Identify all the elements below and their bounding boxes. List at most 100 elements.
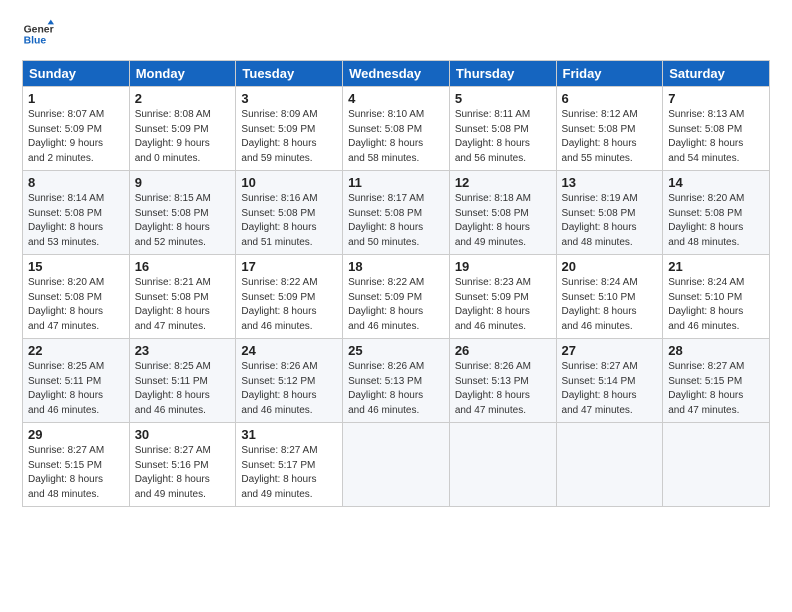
- day-header-monday: Monday: [129, 61, 236, 87]
- day-info: Sunrise: 8:07 AM Sunset: 5:09 PM Dayligh…: [28, 108, 124, 166]
- day-info: Sunrise: 8:27 AM Sunset: 5:14 PM Dayligh…: [562, 360, 658, 418]
- day-info: Sunrise: 8:18 AM Sunset: 5:08 PM Dayligh…: [455, 192, 551, 250]
- calendar-week-3: 15 Sunrise: 8:20 AM Sunset: 5:08 PM Dayli…: [23, 255, 770, 339]
- calendar-cell: 10Sunrise: 8:16 AM Sunset: 5:08 PM Dayli…: [236, 171, 343, 255]
- svg-text:General: General: [24, 24, 54, 35]
- calendar-cell: 28 Sunrise: 8:27 AM Sunset: 5:15 PM Dayli…: [663, 339, 770, 423]
- day-number: 1: [28, 91, 124, 106]
- day-number: 15: [28, 259, 124, 274]
- days-header-row: SundayMondayTuesdayWednesdayThursdayFrid…: [23, 61, 770, 87]
- calendar-cell: 31 Sunrise: 8:27 AM Sunset: 5:17 PM Dayli…: [236, 423, 343, 507]
- day-info: Sunrise: 8:15 AM Sunset: 5:08 PM Dayligh…: [135, 192, 231, 250]
- calendar-cell: [343, 423, 450, 507]
- calendar-week-2: 8Sunrise: 8:14 AM Sunset: 5:08 PM Daylig…: [23, 171, 770, 255]
- day-number: 8: [28, 175, 124, 190]
- day-number: 29: [28, 427, 124, 442]
- day-info: Sunrise: 8:17 AM Sunset: 5:08 PM Dayligh…: [348, 192, 444, 250]
- calendar-cell: 20 Sunrise: 8:24 AM Sunset: 5:10 PM Dayli…: [556, 255, 663, 339]
- day-number: 18: [348, 259, 444, 274]
- calendar-cell: 19 Sunrise: 8:23 AM Sunset: 5:09 PM Dayli…: [449, 255, 556, 339]
- day-info: Sunrise: 8:20 AM Sunset: 5:08 PM Dayligh…: [28, 276, 124, 334]
- day-number: 7: [668, 91, 764, 106]
- calendar-cell: [663, 423, 770, 507]
- calendar-cell: 21Sunrise: 8:24 AM Sunset: 5:10 PM Dayli…: [663, 255, 770, 339]
- day-header-tuesday: Tuesday: [236, 61, 343, 87]
- day-header-thursday: Thursday: [449, 61, 556, 87]
- calendar-cell: 24 Sunrise: 8:26 AM Sunset: 5:12 PM Dayli…: [236, 339, 343, 423]
- calendar-cell: 13 Sunrise: 8:19 AM Sunset: 5:08 PM Dayli…: [556, 171, 663, 255]
- calendar-cell: [449, 423, 556, 507]
- day-info: Sunrise: 8:27 AM Sunset: 5:16 PM Dayligh…: [135, 444, 231, 502]
- calendar-cell: 2 Sunrise: 8:08 AM Sunset: 5:09 PM Daylig…: [129, 87, 236, 171]
- page-container: General Blue SundayMondayTuesdayWednesda…: [0, 0, 792, 517]
- day-number: 30: [135, 427, 231, 442]
- day-header-sunday: Sunday: [23, 61, 130, 87]
- day-info: Sunrise: 8:23 AM Sunset: 5:09 PM Dayligh…: [455, 276, 551, 334]
- day-info: Sunrise: 8:08 AM Sunset: 5:09 PM Dayligh…: [135, 108, 231, 166]
- calendar-week-1: 1 Sunrise: 8:07 AM Sunset: 5:09 PM Daylig…: [23, 87, 770, 171]
- calendar-cell: 15 Sunrise: 8:20 AM Sunset: 5:08 PM Dayli…: [23, 255, 130, 339]
- day-number: 2: [135, 91, 231, 106]
- day-number: 19: [455, 259, 551, 274]
- day-number: 22: [28, 343, 124, 358]
- day-number: 23: [135, 343, 231, 358]
- calendar-cell: 4 Sunrise: 8:10 AM Sunset: 5:08 PM Daylig…: [343, 87, 450, 171]
- day-info: Sunrise: 8:22 AM Sunset: 5:09 PM Dayligh…: [241, 276, 337, 334]
- calendar-cell: 1 Sunrise: 8:07 AM Sunset: 5:09 PM Daylig…: [23, 87, 130, 171]
- logo-icon: General Blue: [22, 18, 54, 50]
- calendar-cell: 3 Sunrise: 8:09 AM Sunset: 5:09 PM Daylig…: [236, 87, 343, 171]
- day-info: Sunrise: 8:26 AM Sunset: 5:12 PM Dayligh…: [241, 360, 337, 418]
- day-number: 31: [241, 427, 337, 442]
- calendar-cell: 17Sunrise: 8:22 AM Sunset: 5:09 PM Dayli…: [236, 255, 343, 339]
- calendar-cell: 29 Sunrise: 8:27 AM Sunset: 5:15 PM Dayli…: [23, 423, 130, 507]
- day-info: Sunrise: 8:19 AM Sunset: 5:08 PM Dayligh…: [562, 192, 658, 250]
- day-number: 11: [348, 175, 444, 190]
- calendar-cell: 8Sunrise: 8:14 AM Sunset: 5:08 PM Daylig…: [23, 171, 130, 255]
- calendar-cell: 9 Sunrise: 8:15 AM Sunset: 5:08 PM Daylig…: [129, 171, 236, 255]
- calendar-cell: 5Sunrise: 8:11 AM Sunset: 5:08 PM Daylig…: [449, 87, 556, 171]
- day-number: 28: [668, 343, 764, 358]
- calendar-cell: 16 Sunrise: 8:21 AM Sunset: 5:08 PM Dayli…: [129, 255, 236, 339]
- day-info: Sunrise: 8:25 AM Sunset: 5:11 PM Dayligh…: [28, 360, 124, 418]
- day-header-saturday: Saturday: [663, 61, 770, 87]
- day-number: 25: [348, 343, 444, 358]
- day-info: Sunrise: 8:13 AM Sunset: 5:08 PM Dayligh…: [668, 108, 764, 166]
- day-header-friday: Friday: [556, 61, 663, 87]
- day-info: Sunrise: 8:09 AM Sunset: 5:09 PM Dayligh…: [241, 108, 337, 166]
- day-info: Sunrise: 8:27 AM Sunset: 5:15 PM Dayligh…: [668, 360, 764, 418]
- day-number: 3: [241, 91, 337, 106]
- day-number: 24: [241, 343, 337, 358]
- day-number: 9: [135, 175, 231, 190]
- day-info: Sunrise: 8:27 AM Sunset: 5:17 PM Dayligh…: [241, 444, 337, 502]
- calendar-cell: 23 Sunrise: 8:25 AM Sunset: 5:11 PM Dayli…: [129, 339, 236, 423]
- day-number: 10: [241, 175, 337, 190]
- day-info: Sunrise: 8:27 AM Sunset: 5:15 PM Dayligh…: [28, 444, 124, 502]
- day-header-wednesday: Wednesday: [343, 61, 450, 87]
- day-info: Sunrise: 8:22 AM Sunset: 5:09 PM Dayligh…: [348, 276, 444, 334]
- calendar-cell: 11 Sunrise: 8:17 AM Sunset: 5:08 PM Dayli…: [343, 171, 450, 255]
- calendar-body: 1 Sunrise: 8:07 AM Sunset: 5:09 PM Daylig…: [23, 87, 770, 507]
- day-number: 26: [455, 343, 551, 358]
- day-info: Sunrise: 8:24 AM Sunset: 5:10 PM Dayligh…: [668, 276, 764, 334]
- calendar-week-4: 22 Sunrise: 8:25 AM Sunset: 5:11 PM Dayli…: [23, 339, 770, 423]
- calendar-cell: 30 Sunrise: 8:27 AM Sunset: 5:16 PM Dayli…: [129, 423, 236, 507]
- day-number: 20: [562, 259, 658, 274]
- day-number: 12: [455, 175, 551, 190]
- day-number: 13: [562, 175, 658, 190]
- day-info: Sunrise: 8:21 AM Sunset: 5:08 PM Dayligh…: [135, 276, 231, 334]
- day-number: 14: [668, 175, 764, 190]
- day-info: Sunrise: 8:10 AM Sunset: 5:08 PM Dayligh…: [348, 108, 444, 166]
- day-number: 4: [348, 91, 444, 106]
- calendar-cell: 6Sunrise: 8:12 AM Sunset: 5:08 PM Daylig…: [556, 87, 663, 171]
- calendar-cell: 22 Sunrise: 8:25 AM Sunset: 5:11 PM Dayli…: [23, 339, 130, 423]
- day-info: Sunrise: 8:24 AM Sunset: 5:10 PM Dayligh…: [562, 276, 658, 334]
- day-info: Sunrise: 8:26 AM Sunset: 5:13 PM Dayligh…: [348, 360, 444, 418]
- calendar-cell: 12 Sunrise: 8:18 AM Sunset: 5:08 PM Dayli…: [449, 171, 556, 255]
- day-info: Sunrise: 8:25 AM Sunset: 5:11 PM Dayligh…: [135, 360, 231, 418]
- calendar-cell: 25 Sunrise: 8:26 AM Sunset: 5:13 PM Dayli…: [343, 339, 450, 423]
- calendar-week-5: 29 Sunrise: 8:27 AM Sunset: 5:15 PM Dayli…: [23, 423, 770, 507]
- svg-text:Blue: Blue: [24, 36, 47, 47]
- day-number: 16: [135, 259, 231, 274]
- day-number: 6: [562, 91, 658, 106]
- calendar-table: SundayMondayTuesdayWednesdayThursdayFrid…: [22, 60, 770, 507]
